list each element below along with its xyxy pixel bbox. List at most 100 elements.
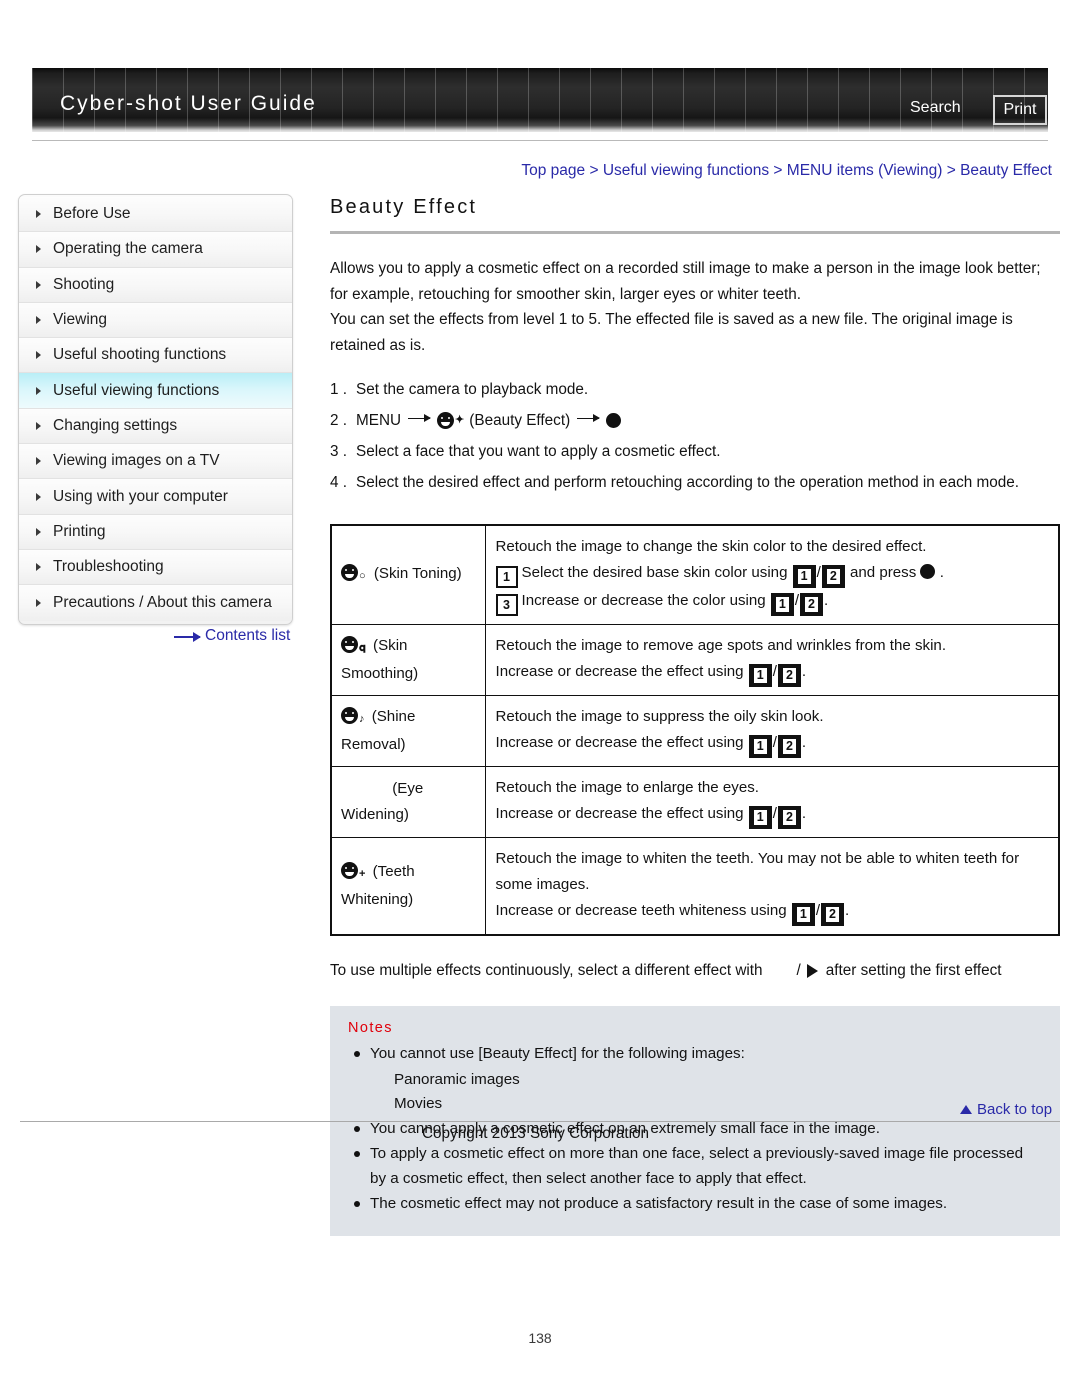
desc-line: 1 Select the desired base skin color usin… <box>495 560 1049 588</box>
breadcrumb-separator: > <box>946 162 956 179</box>
breadcrumb-item-useful-viewing-functions[interactable]: Useful viewing functions <box>603 162 769 179</box>
smoothing-mark-icon: 𝐪 <box>359 642 366 654</box>
button-key-1-icon: 1 <box>748 664 772 687</box>
breadcrumb-separator: > <box>589 162 599 179</box>
desc-text: Select the desired base skin color using <box>521 564 788 581</box>
chevron-right-icon <box>36 527 41 536</box>
intro-paragraph-2: You can set the effects from level 1 to … <box>330 311 1013 354</box>
sidebar-item-viewing[interactable]: Viewing <box>19 302 292 339</box>
sidebar-item-label: Printing <box>53 522 106 540</box>
sidebar-item-label: Viewing <box>53 311 108 329</box>
step-2: 2 . MENU ✦ (Beauty Effect) <box>330 405 1060 436</box>
sidebar-item-precautions-about-this-camera[interactable]: Precautions / About this camera <box>19 585 292 621</box>
intro-paragraph-1: Allows you to apply a cosmetic effect on… <box>330 260 1041 303</box>
effect-name-label: Smoothing) <box>341 665 419 682</box>
back-to-top-link[interactable]: Back to top <box>960 1101 1052 1118</box>
table-row: ♪ (Shine Removal) Retouch the image to s… <box>330 695 1060 767</box>
breadcrumb-item-top-page[interactable]: Top page <box>521 162 585 179</box>
effect-name-cell-teeth-whitening: + (Teeth Whitening) <box>330 837 486 936</box>
sidebar-item-using-with-your-computer[interactable]: Using with your computer <box>19 479 292 515</box>
effect-name-label: Widening) <box>341 806 409 823</box>
sidebar-item-viewing-images-on-a-tv[interactable]: Viewing images on a TV <box>19 444 292 480</box>
effect-name-label: (Eye <box>392 780 424 797</box>
sidebar-item-label: Viewing images on a TV <box>53 452 220 470</box>
sidebar-item-troubleshooting[interactable]: Troubleshooting <box>19 549 292 586</box>
effects-table: ○ (Skin Toning) Retouch the image to cha… <box>330 524 1060 936</box>
desc-text: . <box>939 564 944 581</box>
button-key-2-icon: 2 <box>821 903 844 926</box>
button-key-1-icon: 1 <box>748 806 772 829</box>
main-content: Beauty Effect Allows you to apply a cosm… <box>330 196 1060 1236</box>
chevron-right-icon <box>36 598 41 607</box>
desc-text: Increase or decrease the effect using <box>495 663 744 680</box>
effect-desc-cell-skin-toning: Retouch the image to change the skin col… <box>484 524 1060 625</box>
sidebar-item-shooting[interactable]: Shooting <box>19 267 292 303</box>
sidebar-item-printing[interactable]: Printing <box>19 514 292 550</box>
note-item: To apply a cosmetic effect on more than … <box>348 1142 1042 1191</box>
button-key-2-icon: 2 <box>777 664 801 687</box>
desc-line: Retouch the image to enlarge the eyes. <box>495 779 759 796</box>
table-row: + (Teeth Whitening) Retouch the image to… <box>330 837 1060 936</box>
face-skin-toning-icon <box>341 564 358 581</box>
skin-tone-mark-icon: ○ <box>359 570 366 582</box>
multi-effect-slash: / <box>796 962 801 979</box>
copyright-text: Copyright 2013 Sony Corporation <box>422 1125 650 1142</box>
multi-effect-note: To use multiple effects continuously, se… <box>330 958 1060 984</box>
effect-name-label: (Skin Toning) <box>373 565 462 582</box>
button-key-2-icon: 2 <box>800 593 823 616</box>
app-title: Cyber-shot User Guide <box>60 92 317 115</box>
breadcrumb-item-menu-items-viewing[interactable]: MENU items (Viewing) <box>787 162 943 179</box>
button-key-1-icon: 1 <box>792 565 816 588</box>
notes-title: Notes <box>348 1020 393 1036</box>
sidebar-item-operating-the-camera[interactable]: Operating the camera <box>19 232 292 268</box>
center-button-icon <box>920 564 936 579</box>
desc-text: . <box>844 902 850 919</box>
sidebar-item-label: Using with your computer <box>53 487 228 505</box>
step-text: Set the camera to playback mode. <box>356 381 589 398</box>
sidebar-item-label: Changing settings <box>53 416 178 434</box>
step-text: Select a face that you want to apply a c… <box>356 443 721 460</box>
chevron-right-icon <box>36 245 41 254</box>
procedure-steps: 1 . Set the camera to playback mode. 2 .… <box>330 374 1060 498</box>
sidebar-item-useful-viewing-functions[interactable]: Useful viewing functions <box>19 373 292 409</box>
sidebar-item-label: Operating the camera <box>53 240 203 258</box>
table-row: 𝐪 (Skin Smoothing) Retouch the image to … <box>330 624 1060 696</box>
beauty-effect-face-icon <box>437 412 455 429</box>
key-slash: / <box>772 805 777 822</box>
note-subitem: Movies <box>394 1095 443 1112</box>
face-shine-removal-icon <box>341 707 358 724</box>
sidebar-item-before-use[interactable]: Before Use <box>19 197 292 233</box>
note-item: The cosmetic effect may not produce a sa… <box>348 1192 1042 1217</box>
chevron-right-icon <box>36 386 41 395</box>
sidebar-item-useful-shooting-functions[interactable]: Useful shooting functions <box>19 338 292 374</box>
chevron-right-icon <box>36 563 41 572</box>
sidebar-item-changing-settings[interactable]: Changing settings <box>19 408 292 445</box>
step-number: 1 . <box>330 381 348 398</box>
desc-text: . <box>801 663 807 680</box>
chevron-right-icon <box>36 421 41 430</box>
print-button[interactable]: Print <box>993 95 1047 125</box>
effect-name-label: Removal) <box>341 736 406 753</box>
breadcrumb-item-beauty-effect[interactable]: Beauty Effect <box>960 162 1052 179</box>
search-link[interactable]: Search <box>910 99 961 117</box>
header-divider <box>32 140 1048 141</box>
desc-line: Retouch the image to remove age spots an… <box>495 637 947 654</box>
key-slash: / <box>772 734 777 751</box>
contents-list-link[interactable]: Contents list <box>174 627 290 645</box>
desc-text: Increase or decrease the effect using <box>495 805 744 822</box>
chevron-right-icon <box>36 210 41 219</box>
arrow-right-icon <box>408 414 432 422</box>
key-slash: / <box>816 564 821 581</box>
key-slash: / <box>772 663 777 680</box>
shine-mark-icon: ♪ <box>359 713 365 725</box>
desc-line: some images. <box>495 876 590 893</box>
effect-name-cell-eye-widening: (Eye Widening) <box>330 766 486 838</box>
right-button-icon <box>806 964 818 978</box>
plus-mark-icon: + <box>359 868 366 880</box>
desc-text: . <box>801 734 807 751</box>
desc-line: Retouch the image to whiten the teeth. Y… <box>495 850 1020 867</box>
button-key-1-icon: 1 <box>748 735 772 758</box>
chevron-right-icon <box>36 351 41 360</box>
desc-line: Increase or decrease the effect using 1/… <box>496 730 1049 758</box>
sparkle-icon: ✦ <box>455 414 465 426</box>
